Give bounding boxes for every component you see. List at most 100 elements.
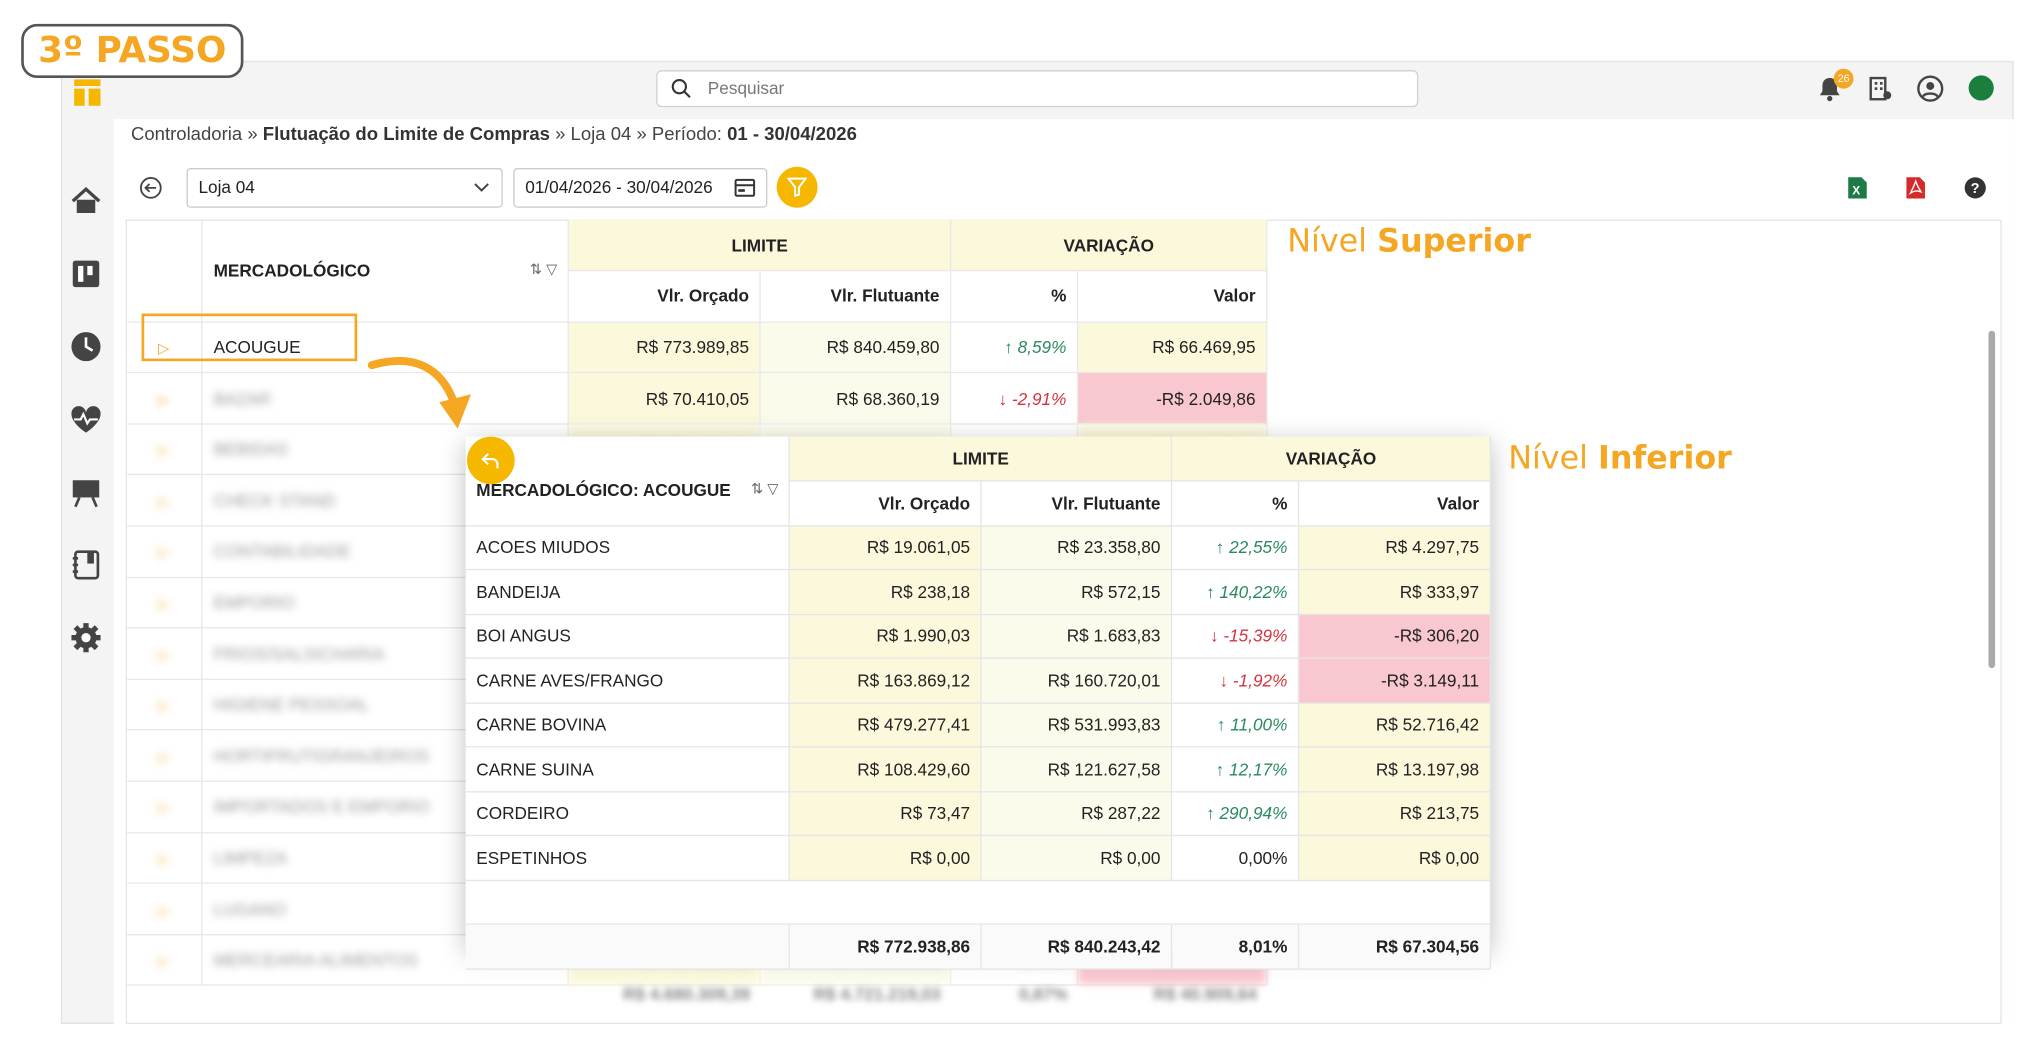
upper-level-bold: Superior	[1377, 222, 1531, 260]
row-name: ACOES MIUDOS	[465, 525, 791, 571]
breadcrumb-period-label: Período:	[651, 123, 728, 145]
sub-total-orcado: R$ 772.938,86	[789, 924, 983, 970]
health-pulse-icon[interactable]	[69, 402, 103, 436]
table-row[interactable]: CORDEIRO R$ 73,47 R$ 287,22 ↑ 290,94% R$ 213…	[465, 791, 1492, 837]
sub-mercadologico-header: MERCADOLÓGICO: ACOUGUE ⇅ ▽	[465, 436, 791, 526]
row-flutuante: R$ 531.993,83	[981, 702, 1173, 748]
user-account-icon[interactable]	[1916, 74, 1945, 103]
limite-group-header: LIMITE	[568, 219, 952, 272]
settings-gear-icon[interactable]	[69, 620, 103, 654]
lower-level-bold: Inferior	[1598, 439, 1732, 477]
help-icon[interactable]: ?	[1963, 176, 1987, 200]
arrow-down-icon: ↓	[998, 388, 1008, 409]
expand-row-icon[interactable]: ▷	[158, 801, 169, 817]
row-orcado: R$ 108.429,60	[789, 746, 983, 792]
row-valor: -R$ 306,20	[1298, 613, 1492, 659]
table-row[interactable]: CARNE SUINA R$ 108.429,60 R$ 121.627,58 ↑ 1…	[465, 746, 1492, 792]
app-logo[interactable]	[74, 74, 101, 106]
sort-filter-icons[interactable]: ⇅ ▽	[751, 480, 778, 497]
filter-icon[interactable]: ▽	[546, 262, 557, 278]
row-pct-value: -15,39%	[1223, 626, 1288, 646]
arrow-up-icon: ↑	[1206, 803, 1220, 824]
excel-export-icon[interactable]: X	[1847, 176, 1871, 200]
row-name: BOI ANGUS	[465, 613, 791, 659]
breadcrumb-root[interactable]: Controladoria	[131, 123, 242, 144]
kanban-board-icon[interactable]	[69, 257, 103, 291]
row-pct-value: -2,91%	[1011, 388, 1067, 409]
presentation-board-icon[interactable]	[69, 475, 103, 509]
filter-button[interactable]	[776, 166, 818, 208]
sort-icon[interactable]: ⇅	[530, 262, 542, 278]
store-select[interactable]: Loja 04	[186, 168, 503, 208]
lower-level-annotation: Nível Inferior	[1508, 439, 1732, 476]
sort-icon[interactable]: ⇅	[751, 481, 763, 497]
arrow-down-icon: ↓	[1219, 670, 1233, 691]
row-name: CARNE AVES/FRANGO	[465, 658, 791, 704]
company-building-icon[interactable]	[1865, 74, 1894, 103]
table-row[interactable]: BANDEIJA R$ 238,18 R$ 572,15 ↑ 140,22% R$ 33…	[465, 569, 1492, 615]
variacao-group-header: VARIAÇÃO	[950, 219, 1268, 272]
breadcrumb-store: Loja 04	[570, 123, 632, 145]
scrollbar-thumb[interactable]	[1988, 330, 1996, 669]
table-row[interactable]: CARNE BOVINA R$ 479.277,41 R$ 531.993,83 ↑ …	[465, 702, 1492, 748]
date-range-value: 01/04/2026 - 30/04/2026	[525, 177, 713, 198]
breadcrumb-separator: »	[549, 123, 571, 145]
expand-row-icon[interactable]: ▷	[158, 392, 169, 408]
row-name: BANDEIJA	[465, 569, 791, 615]
arrow-up-icon: ↑	[1206, 581, 1220, 602]
row-name: CARNE SUINA	[465, 746, 791, 792]
drilldown-panel: MERCADOLÓGICO: ACOUGUE ⇅ ▽ LIMITE VARIAÇ…	[465, 436, 1492, 970]
sort-filter-icons[interactable]: ⇅ ▽	[530, 260, 557, 278]
row-orcado: R$ 238,18	[789, 569, 983, 615]
row-orcado: R$ 0,00	[789, 835, 983, 881]
expand-row-icon[interactable]: ▷	[158, 852, 169, 868]
lower-level-prefix: Nível	[1508, 439, 1599, 477]
expand-row-icon[interactable]: ▷	[158, 546, 169, 562]
search-input[interactable]: Pesquisar	[656, 70, 1419, 108]
expand-row-icon[interactable]: ▷	[158, 750, 169, 766]
notebook-icon[interactable]	[69, 548, 103, 582]
pct-header: %	[950, 270, 1079, 323]
row-pct: 0,00%	[1171, 835, 1300, 881]
drilldown-table: MERCADOLÓGICO: ACOUGUE ⇅ ▽ LIMITE VARIAÇ…	[465, 436, 1492, 970]
calendar-icon[interactable]	[734, 178, 756, 198]
row-orcado: R$ 19.061,05	[789, 525, 983, 571]
row-orcado: R$ 479.277,41	[789, 702, 983, 748]
sub-total-valor: R$ 67.304,56	[1298, 924, 1492, 970]
home-icon[interactable]	[69, 184, 103, 218]
expand-row-icon[interactable]: ▷	[158, 903, 169, 919]
row-flutuante: R$ 68.360,19	[760, 372, 952, 425]
expand-row-icon[interactable]: ▷	[158, 699, 169, 715]
back-arrow-icon[interactable]	[139, 176, 163, 200]
row-valor: R$ 66.469,95	[1077, 321, 1268, 374]
filter-icon[interactable]: ▽	[767, 481, 778, 497]
row-pct: ↑ 12,17%	[1171, 746, 1300, 792]
table-row[interactable]: ESPETINHOS R$ 0,00 R$ 0,00 0,00% R$ 0,00	[465, 835, 1492, 881]
mercadologico-header: MERCADOLÓGICO ⇅ ▽	[202, 219, 570, 323]
expand-row-icon[interactable]: ▷	[158, 597, 169, 613]
row-flutuante: R$ 1.683,83	[981, 613, 1173, 659]
table-row[interactable]: BOI ANGUS R$ 1.990,03 R$ 1.683,83 ↓ -15,39%…	[465, 613, 1492, 659]
total-pct: 0,87%	[1018, 983, 1068, 1004]
expand-row-icon[interactable]: ▷	[158, 494, 169, 510]
row-name: CORDEIRO	[465, 791, 791, 837]
svg-text:X: X	[1852, 183, 1860, 197]
row-pct: ↓ -15,39%	[1171, 613, 1300, 659]
return-arrow-icon	[481, 453, 499, 469]
expand-row-icon[interactable]: ▷	[158, 443, 169, 459]
clock-history-icon[interactable]	[69, 329, 103, 363]
arrow-up-icon: ↑	[1215, 759, 1230, 779]
row-pct: ↓ -1,92%	[1171, 658, 1300, 704]
table-row[interactable]: ACOES MIUDOS R$ 19.061,05 R$ 23.358,80 ↑ 22…	[465, 525, 1492, 571]
row-valor: R$ 333,97	[1298, 569, 1492, 615]
date-range-input[interactable]: 01/04/2026 - 30/04/2026	[513, 168, 768, 208]
table-row[interactable]: CARNE AVES/FRANGO R$ 163.869,12 R$ 160.720…	[465, 658, 1492, 704]
pdf-export-icon[interactable]	[1905, 176, 1929, 200]
expand-row-icon[interactable]: ▷	[158, 648, 169, 664]
return-arrow-button[interactable]	[467, 436, 515, 485]
table-row[interactable]: ▷ BAZAR R$ 70.410,05 R$ 68.360,19 ↓ -2,9…	[125, 372, 1268, 425]
row-flutuante: R$ 160.720,01	[981, 658, 1173, 704]
notification-badge: 26	[1833, 68, 1854, 89]
expand-row-icon[interactable]: ▷	[158, 954, 169, 970]
sub-pct-header: %	[1171, 480, 1300, 526]
